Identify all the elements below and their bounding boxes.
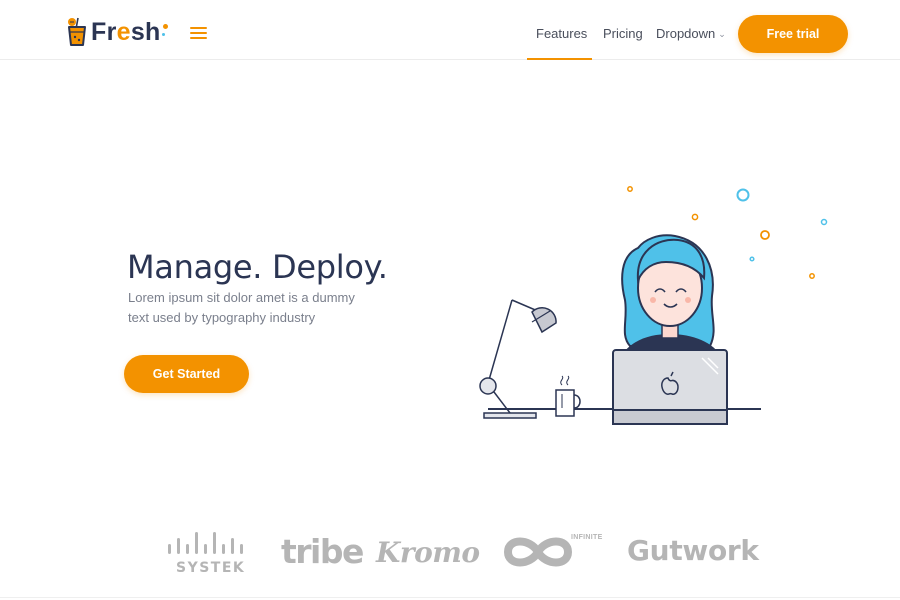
nav-dropdown-label: Dropdown [656,26,716,41]
hamburger-menu-icon[interactable] [190,26,207,40]
partner-logos: SYSTEK tribe Kromo INFINITE Gutwork [160,520,760,580]
section-divider [0,597,900,598]
active-nav-indicator [527,58,592,60]
get-started-button[interactable]: Get Started [124,355,249,393]
kromo-logo: Kromo [376,536,480,569]
free-trial-button[interactable]: Free trial [738,15,848,53]
juice-glass-icon [66,17,88,47]
brand-wordmark: Fresh [91,17,161,46]
woman-at-laptop-illustration [470,180,840,430]
nav-dropdown[interactable]: Dropdown ⌄ [656,26,726,41]
gutwork-logo: Gutwork [627,534,759,567]
hero-title: Manage. Deploy. [127,248,388,286]
cisco-systek-logo: SYSTEK [164,526,250,576]
infinite-logo: INFINITE [502,530,602,574]
brand-logo[interactable]: Fresh [66,14,170,50]
brand-dots-icon [161,22,170,42]
chevron-down-icon: ⌄ [718,29,726,39]
nav-link-pricing[interactable]: Pricing [603,26,643,41]
nav-link-features[interactable]: Features [536,26,587,41]
navbar: Fresh Features Pricing Dropdown ⌄ Free tr… [0,0,900,60]
tribe-logo: tribe [281,532,364,571]
hero-subtitle: Lorem ipsum sit dolor amet is a dummy te… [128,290,355,325]
